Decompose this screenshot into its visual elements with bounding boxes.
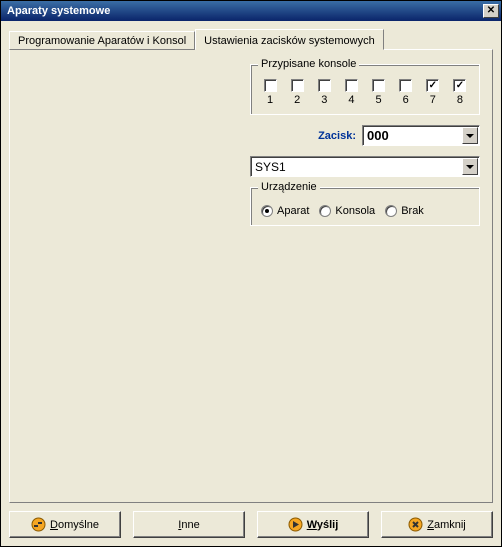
zacisk-label: Zacisk: <box>318 130 356 142</box>
other-button[interactable]: Inne <box>133 511 245 538</box>
window-title: Aparaty systemowe <box>7 5 110 17</box>
console-col: 4 <box>340 79 362 106</box>
send-label: Wyślij <box>307 519 339 531</box>
chevron-down-icon[interactable] <box>462 158 478 175</box>
close-icon[interactable]: ✕ <box>483 4 499 18</box>
device-radio-aparat[interactable] <box>261 205 273 217</box>
device-radio-row: Aparat Konsola Brak <box>259 202 471 217</box>
close-label: Zamknij <box>427 519 466 531</box>
device-radio-label: Aparat <box>277 205 309 217</box>
console-col: 8 <box>449 79 471 106</box>
close-button[interactable]: Zamknij <box>381 511 493 538</box>
console-col: 1 <box>259 79 281 106</box>
device-radio-brak[interactable] <box>385 205 397 217</box>
zacisk-row: Zacisk: 000 <box>250 125 480 146</box>
tab-panel: Przypisane konsole 1 2 3 <box>9 49 493 503</box>
device-radio-label: Konsola <box>335 205 375 217</box>
tab-terminal-settings[interactable]: Ustawienia zacisków systemowych <box>195 29 384 50</box>
console-col: 3 <box>313 79 335 106</box>
other-label: Inne <box>178 519 199 531</box>
console-number: 6 <box>403 94 409 106</box>
console-col: 5 <box>368 79 390 106</box>
device-group: Urządzenie Aparat Konsola Brak <box>250 187 480 226</box>
console-number: 8 <box>457 94 463 106</box>
assigned-consoles-title: Przypisane konsole <box>258 58 359 70</box>
console-checkbox-2[interactable] <box>291 79 304 92</box>
sys-combo[interactable]: SYS1 <box>250 156 480 177</box>
content-area: Programowanie Aparatów i Konsol Ustawien… <box>1 21 501 546</box>
titlebar: Aparaty systemowe ✕ <box>1 1 501 21</box>
device-group-title: Urządzenie <box>258 181 320 193</box>
chevron-down-icon[interactable] <box>462 127 478 144</box>
console-number: 4 <box>348 94 354 106</box>
device-radio-label: Brak <box>401 205 424 217</box>
console-checkbox-6[interactable] <box>399 79 412 92</box>
console-number: 3 <box>321 94 327 106</box>
console-col: 7 <box>422 79 444 106</box>
defaults-button[interactable]: Domyślne <box>9 511 121 538</box>
send-icon <box>288 517 303 532</box>
sys-value: SYS1 <box>255 160 286 174</box>
console-number: 2 <box>294 94 300 106</box>
console-checkbox-1[interactable] <box>264 79 277 92</box>
console-number: 7 <box>430 94 436 106</box>
consoles-row: 1 2 3 4 <box>259 79 471 106</box>
console-checkbox-5[interactable] <box>372 79 385 92</box>
console-checkbox-7[interactable] <box>426 79 439 92</box>
console-number: 1 <box>267 94 273 106</box>
assigned-consoles-group: Przypisane konsole 1 2 3 <box>250 64 480 115</box>
zacisk-value: 000 <box>367 128 389 143</box>
tab-programming[interactable]: Programowanie Aparatów i Konsol <box>9 31 195 50</box>
send-button[interactable]: Wyślij <box>257 511 369 538</box>
settings-stack: Przypisane konsole 1 2 3 <box>250 64 480 226</box>
zacisk-combo[interactable]: 000 <box>362 125 480 146</box>
console-number: 5 <box>376 94 382 106</box>
close-circle-icon <box>408 517 423 532</box>
console-checkbox-3[interactable] <box>318 79 331 92</box>
console-col: 6 <box>395 79 417 106</box>
tab-strip: Programowanie Aparatów i Konsol Ustawien… <box>9 29 493 50</box>
console-checkbox-8[interactable] <box>453 79 466 92</box>
dialog-window: Aparaty systemowe ✕ Programowanie Aparat… <box>0 0 502 547</box>
defaults-label: Domyślne <box>50 519 99 531</box>
device-radio-konsola[interactable] <box>319 205 331 217</box>
console-checkbox-4[interactable] <box>345 79 358 92</box>
button-row: Domyślne Inne Wyślij <box>9 503 493 538</box>
defaults-icon <box>31 517 46 532</box>
console-col: 2 <box>286 79 308 106</box>
